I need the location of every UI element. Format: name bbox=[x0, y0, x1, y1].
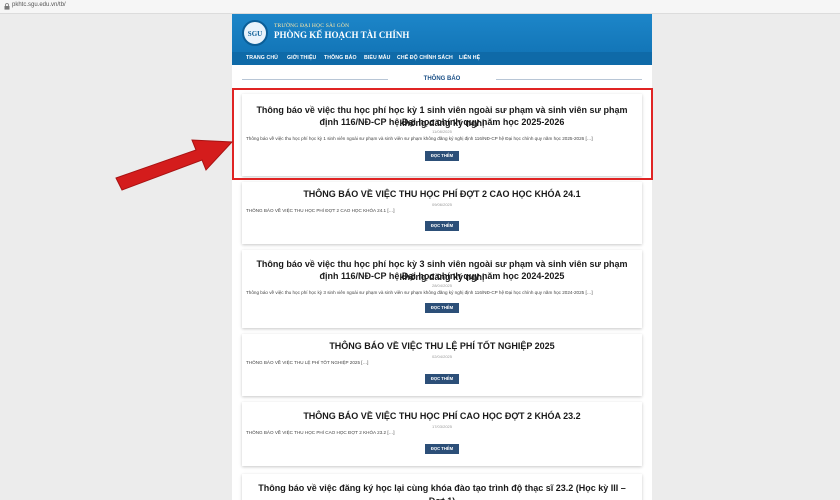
post-card: THÔNG BÁO VỀ VIỆC THU HỌC PHÍ ĐỢT 2 CAO … bbox=[242, 182, 642, 244]
section-divider-left bbox=[242, 79, 388, 80]
read-more-button[interactable]: ĐỌC THÊM bbox=[425, 303, 459, 313]
post-title-line2[interactable]: định 116/NĐ-CP hệ Đại học chính quy năm … bbox=[250, 270, 634, 283]
main-nav: TRANG CHỦ GIỚI THIỆU THÔNG BÁO BIỂU MẪU … bbox=[232, 52, 652, 65]
red-arrow-icon bbox=[115, 139, 234, 191]
nav-item-home[interactable]: TRANG CHỦ bbox=[246, 55, 278, 61]
web-page: SGU TRƯỜNG ĐẠI HỌC SÀI GÒN PHÒNG KẾ HOẠC… bbox=[232, 14, 652, 500]
post-title[interactable]: THÔNG BÁO VỀ VIỆC THU HỌC PHÍ CAO HỌC ĐỢ… bbox=[250, 410, 634, 423]
post-date: 02/04/2025 bbox=[431, 354, 453, 359]
post-excerpt: THÔNG BÁO VỀ VIỆC THU LỆ PHÍ TỐT NGHIỆP … bbox=[246, 360, 369, 365]
post-title[interactable]: THÔNG BÁO VỀ VIỆC THU LỆ PHÍ TỐT NGHIỆP … bbox=[250, 340, 634, 353]
section-header: THÔNG BÁO bbox=[232, 74, 652, 84]
post-excerpt: THÔNG BÁO VỀ VIỆC THU HỌC PHÍ CAO HỌC ĐỢ… bbox=[246, 430, 395, 435]
post-excerpt: THÔNG BÁO VỀ VIỆC THU HỌC PHÍ ĐỢT 2 CAO … bbox=[246, 208, 395, 213]
post-date: 09/06/2025 bbox=[431, 202, 453, 207]
read-more-button[interactable]: ĐỌC THÊM bbox=[425, 221, 459, 231]
nav-item-about[interactable]: GIỚI THIỆU bbox=[287, 55, 316, 61]
highlight-box bbox=[232, 88, 653, 180]
sgu-logo[interactable]: SGU bbox=[242, 20, 268, 46]
nav-item-announcements[interactable]: THÔNG BÁO bbox=[324, 55, 357, 61]
post-excerpt: Thông báo về việc thu học phí học kỳ 3 s… bbox=[246, 290, 593, 295]
nav-item-forms[interactable]: BIỂU MẪU bbox=[364, 55, 390, 61]
post-date: 17/03/2025 bbox=[431, 424, 453, 429]
nav-item-policies[interactable]: CHẾ ĐỘ CHÍNH SÁCH bbox=[397, 55, 453, 61]
nav-item-contact[interactable]: LIÊN HỆ bbox=[459, 55, 480, 61]
post-card: THÔNG BÁO VỀ VIỆC THU LỆ PHÍ TỐT NGHIỆP … bbox=[242, 334, 642, 396]
browser-address-bar[interactable]: pkhtc.sgu.edu.vn/tb/ bbox=[0, 0, 840, 14]
section-divider-right bbox=[496, 79, 642, 80]
post-title[interactable]: Thông báo về việc đăng ký học lại cùng k… bbox=[250, 482, 634, 500]
post-card: THÔNG BÁO VỀ VIỆC THU HỌC PHÍ CAO HỌC ĐỢ… bbox=[242, 402, 642, 466]
post-card: Thông báo về việc thu học phí học kỳ 3 s… bbox=[242, 250, 642, 328]
post-title[interactable]: THÔNG BÁO VỀ VIỆC THU HỌC PHÍ ĐỢT 2 CAO … bbox=[250, 188, 634, 201]
lock-icon bbox=[4, 3, 10, 10]
read-more-button[interactable]: ĐỌC THÊM bbox=[425, 444, 459, 454]
url-text: pkhtc.sgu.edu.vn/tb/ bbox=[12, 2, 66, 8]
site-banner: SGU TRƯỜNG ĐẠI HỌC SÀI GÒN PHÒNG KẾ HOẠC… bbox=[232, 14, 652, 52]
section-title: THÔNG BÁO bbox=[423, 76, 461, 82]
post-date: 28/04/2025 bbox=[431, 283, 453, 288]
logo-text: SGU bbox=[247, 30, 263, 38]
department-name: PHÒNG KẾ HOẠCH TÀI CHÍNH bbox=[274, 30, 410, 40]
post-card: Thông báo về việc đăng ký học lại cùng k… bbox=[242, 474, 642, 500]
university-name: TRƯỜNG ĐẠI HỌC SÀI GÒN bbox=[274, 23, 350, 29]
read-more-button[interactable]: ĐỌC THÊM bbox=[425, 374, 459, 384]
